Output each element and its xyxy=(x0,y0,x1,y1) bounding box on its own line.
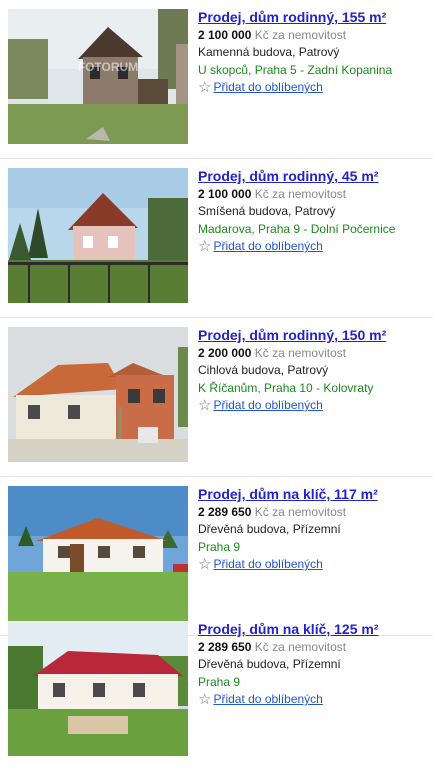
add-to-favorites[interactable]: ☆ Přidat do oblíbených xyxy=(198,691,429,708)
listing-title-link[interactable]: Prodej, dům na klíč, 125 m² xyxy=(198,620,429,639)
house-photo-4 xyxy=(8,486,188,621)
listing-address: U skopců, Praha 5 - Zadní Kopanina xyxy=(198,63,393,77)
building-type: Cihlová budova, Patrový xyxy=(198,363,329,377)
add-to-favorites-link[interactable]: Přidat do oblíbených xyxy=(213,397,322,414)
listing-address: Praha 9 xyxy=(198,675,241,689)
price-suffix: Kč za nemovitost xyxy=(251,505,347,519)
building-type: Smíšená budova, Patrový xyxy=(198,204,336,218)
house-photo-1: FOTORUM xyxy=(8,9,188,144)
price-value: 2 100 000 xyxy=(198,187,252,201)
listing-info: Prodej, dům rodinný, 150 m² 2 200 000 Kč… xyxy=(198,326,429,414)
listing-info: Prodej, dům rodinný, 155 m² 2 100 000 Kč… xyxy=(198,8,429,96)
price-line: 2 200 000 Kč za nemovitost xyxy=(198,345,429,362)
price-value: 2 100 000 xyxy=(198,28,252,42)
listing-card: FOTORUM Prodej, dům rodinný, 155 m² 2 10… xyxy=(0,0,433,159)
add-to-favorites-link[interactable]: Přidat do oblíbených xyxy=(213,691,322,708)
building-type: Kamenná budova, Patrový xyxy=(198,45,340,59)
price-suffix: Kč za nemovitost xyxy=(251,28,347,42)
listing-title-link[interactable]: Prodej, dům na klíč, 117 m² xyxy=(198,485,429,504)
add-to-favorites-link[interactable]: Přidat do oblíbených xyxy=(213,556,322,573)
listing-info: Prodej, dům na klíč, 117 m² 2 289 650 Kč… xyxy=(198,485,429,573)
listing-photo[interactable]: FOTORUM xyxy=(8,9,188,144)
listing-title-link[interactable]: Prodej, dům rodinný, 45 m² xyxy=(198,167,429,186)
listing-address: Madarova, Praha 9 - Dolní Počernice xyxy=(198,222,396,236)
photo-watermark: FOTORUM xyxy=(78,60,138,74)
listing-title-link[interactable]: Prodej, dům rodinný, 150 m² xyxy=(198,326,429,345)
house-photo-5 xyxy=(8,621,188,756)
price-value: 2 200 000 xyxy=(198,346,252,360)
price-suffix: Kč za nemovitost xyxy=(251,187,347,201)
listing-info: Prodej, dům rodinný, 45 m² 2 100 000 Kč … xyxy=(198,167,429,255)
add-to-favorites[interactable]: ☆ Přidat do oblíbených xyxy=(198,79,429,96)
listing-photo[interactable] xyxy=(8,168,188,303)
price-suffix: Kč za nemovitost xyxy=(251,640,347,654)
add-to-favorites-link[interactable]: Přidat do oblíbených xyxy=(213,79,322,96)
house-photo-3 xyxy=(8,327,188,462)
listing-card: Prodej, dům rodinný, 150 m² 2 200 000 Kč… xyxy=(0,318,433,477)
add-to-favorites-link[interactable]: Přidat do oblíbených xyxy=(213,238,322,255)
listing-address: K Říčanům, Praha 10 - Kolovraty xyxy=(198,381,374,395)
listing-photo[interactable] xyxy=(8,621,188,756)
add-to-favorites[interactable]: ☆ Přidat do oblíbených xyxy=(198,556,429,573)
star-outline-icon[interactable]: ☆ xyxy=(198,80,211,95)
listing-info: Prodej, dům na klíč, 125 m² 2 289 650 Kč… xyxy=(198,620,429,708)
star-outline-icon[interactable]: ☆ xyxy=(198,239,211,254)
star-outline-icon[interactable]: ☆ xyxy=(198,557,211,572)
add-to-favorites[interactable]: ☆ Přidat do oblíbených xyxy=(198,397,429,414)
building-type: Dřevěná budova, Přízemní xyxy=(198,522,341,536)
listing-card: Prodej, dům na klíč, 125 m² 2 289 650 Kč… xyxy=(0,612,433,770)
add-to-favorites[interactable]: ☆ Přidat do oblíbených xyxy=(198,238,429,255)
price-value: 2 289 650 xyxy=(198,505,252,519)
price-line: 2 289 650 Kč za nemovitost xyxy=(198,639,429,656)
listing-title-link[interactable]: Prodej, dům rodinný, 155 m² xyxy=(198,8,429,27)
price-value: 2 289 650 xyxy=(198,640,252,654)
listing-photo[interactable] xyxy=(8,327,188,462)
listing-card: Prodej, dům rodinný, 45 m² 2 100 000 Kč … xyxy=(0,159,433,318)
price-suffix: Kč za nemovitost xyxy=(251,346,347,360)
house-photo-2 xyxy=(8,168,188,303)
price-line: 2 100 000 Kč za nemovitost xyxy=(198,186,429,203)
star-outline-icon[interactable]: ☆ xyxy=(198,398,211,413)
star-outline-icon[interactable]: ☆ xyxy=(198,692,211,707)
listing-address: Praha 9 xyxy=(198,540,241,554)
price-line: 2 100 000 Kč za nemovitost xyxy=(198,27,429,44)
price-line: 2 289 650 Kč za nemovitost xyxy=(198,504,429,521)
building-type: Dřevěná budova, Přízemní xyxy=(198,657,341,671)
listing-photo[interactable] xyxy=(8,486,188,621)
